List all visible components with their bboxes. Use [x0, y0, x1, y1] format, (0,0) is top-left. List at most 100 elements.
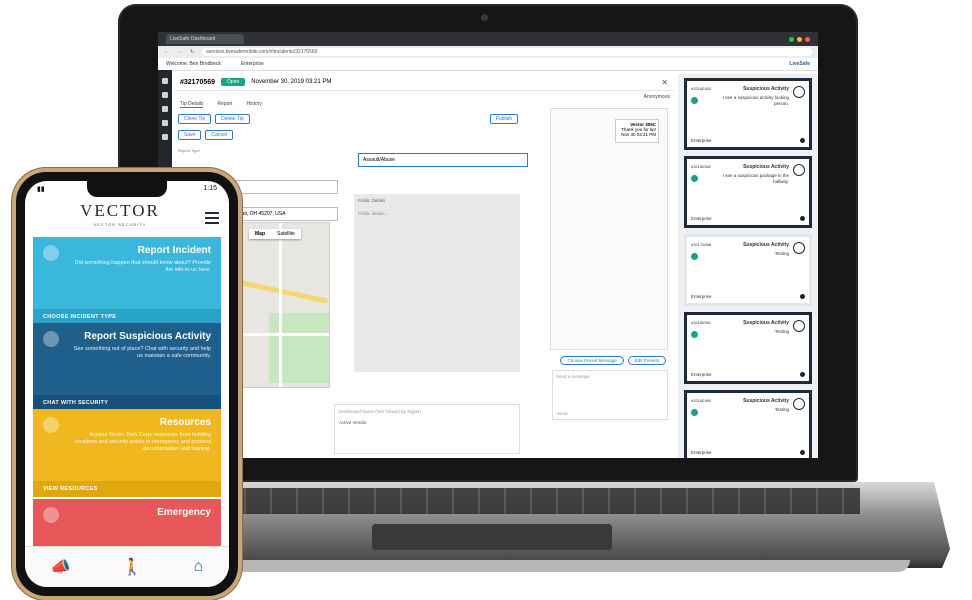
avatar [793, 164, 805, 176]
folder-icon[interactable] [162, 92, 168, 98]
incident-card[interactable]: #32180361 Suspicious Activity Testing Enter… [684, 312, 812, 384]
incident-card[interactable]: #32180362 Suspicious Activity I see a susp… [684, 156, 812, 228]
address-bar[interactable]: services.livesafemobile.com/#/incidents/… [202, 48, 812, 56]
org-selector[interactable]: Enterprise [241, 61, 264, 67]
megaphone-icon[interactable]: 📣 [51, 557, 71, 577]
tile-text: See something out of place? Chat with se… [73, 346, 211, 359]
tile-icon [43, 331, 59, 347]
forward-icon[interactable]: → [177, 49, 182, 55]
phone-status-bar: ▮▮ 1:15 [25, 185, 229, 193]
delete-tip-button[interactable]: Delete Tip [215, 114, 250, 124]
card-org: Enterprise [691, 216, 712, 221]
publish-button[interactable]: Publish [489, 114, 518, 124]
description-field[interactable]: Public Details Public details... [354, 194, 520, 372]
incident-id: #32170569 [180, 78, 216, 86]
incident-header: #32170569 Open November 30, 2019 03:21 P… [174, 74, 674, 91]
card-org: Enterprise [691, 294, 712, 299]
map-street [279, 223, 282, 387]
settings-icon[interactable] [162, 134, 168, 140]
action-tile[interactable]: Report Suspicious Activity See something … [33, 323, 221, 411]
phone: ▮▮ 1:15 VECTOR VECTOR SECURITY Report In… [16, 172, 238, 596]
card-number: #32180360 [691, 398, 712, 403]
tile-title: Report Suspicious Activity [84, 331, 211, 342]
phone-bottom-nav: 📣 🚶 ⌂ [25, 546, 229, 587]
message-input[interactable]: Send a message Send [552, 370, 668, 420]
notes-label: Dashboard Notes (Not Viewed by Tipper) [339, 409, 421, 414]
incident-list: #32180363 Suspicious Activity I see a susp… [678, 74, 818, 458]
status-badge[interactable]: Open [221, 78, 246, 86]
tile-icon [43, 245, 59, 261]
send-button[interactable]: Send [557, 411, 568, 416]
card-title: Suspicious Activity [743, 164, 789, 170]
card-org: Enterprise [691, 450, 712, 455]
home-icon[interactable]: ⌂ [194, 558, 204, 576]
save-actions: Save Cancel [178, 130, 518, 140]
edit-presets-button[interactable]: Edit Presets [627, 356, 666, 365]
card-text: I see a suspicious package in the hallwa… [722, 173, 789, 184]
hamburger-menu-icon[interactable] [204, 209, 219, 227]
incident-card[interactable]: #32170568 Suspicious Activity Testing Enter… [684, 234, 812, 306]
dashboard-notes[interactable]: Dashboard Notes (Not Viewed by Tipper) A… [334, 404, 520, 454]
card-text: Testing [774, 407, 789, 412]
close-icon[interactable]: ✕ [661, 78, 668, 87]
description-label: Public Details [358, 198, 386, 203]
avatar [793, 242, 805, 254]
card-title: Suspicious Activity [743, 86, 789, 92]
close-window-icon[interactable] [805, 36, 810, 42]
tile-action-button[interactable]: VIEW RESOURCES [33, 481, 221, 497]
tile-title: Report Incident [137, 245, 211, 256]
incident-card[interactable]: #32180360 Suspicious Activity Testing Enter… [684, 390, 812, 458]
tab-history[interactable]: History [246, 101, 262, 108]
tab-report[interactable]: Report [217, 101, 232, 108]
minimize-icon[interactable] [797, 36, 802, 42]
tile-title: Resources [159, 417, 211, 428]
browser-tab[interactable]: LiveSafe Dashboard [166, 34, 244, 44]
user-icon[interactable] [162, 106, 168, 112]
action-tile[interactable]: Report Incident Did something happen that… [33, 237, 221, 325]
chat-actions: Choose Preset Message Edit Presets [560, 356, 666, 365]
laptop-lip [190, 560, 910, 572]
location-icon [800, 294, 805, 299]
tile-title: Emergency [157, 507, 211, 518]
map-tab-satellite[interactable]: Satellite [271, 229, 301, 239]
notes-value: Active Vendor [339, 420, 367, 425]
window-controls [789, 36, 810, 42]
browser-tabbar: LiveSafe Dashboard [158, 32, 818, 46]
chat-indicator-icon [691, 331, 698, 338]
back-icon[interactable]: ← [164, 49, 169, 55]
card-number: #32180362 [691, 164, 712, 169]
location-icon [800, 450, 805, 455]
card-title: Suspicious Activity [743, 398, 789, 404]
map-type-toggle: Map Satellite [249, 229, 301, 239]
map-tab-map[interactable]: Map [249, 229, 271, 239]
card-number: #32180363 [691, 86, 712, 91]
message-placeholder: Send a message [556, 374, 590, 379]
phone-screen: ▮▮ 1:15 VECTOR VECTOR SECURITY Report In… [25, 181, 229, 587]
chat-indicator-icon [691, 97, 698, 104]
tile-text: Access Vector Tech Corp. resources from … [75, 432, 211, 452]
walking-icon[interactable]: 🚶 [122, 557, 142, 577]
card-text: Testing [774, 251, 789, 256]
phone-header: VECTOR VECTOR SECURITY [25, 202, 229, 233]
card-title: Suspicious Activity [743, 242, 789, 248]
map-icon[interactable] [162, 120, 168, 126]
keyboard [220, 488, 860, 514]
incident-card[interactable]: #32180363 Suspicious Activity I see a susp… [684, 78, 812, 150]
incident-panel: #32170569 Open November 30, 2019 03:21 P… [174, 74, 674, 458]
reload-icon[interactable]: ↻ [190, 49, 194, 55]
tile-icon [43, 417, 59, 433]
action-tile[interactable]: Resources Access Vector Tech Corp. resour… [33, 409, 221, 497]
clone-tip-button[interactable]: Clone Tip [178, 114, 212, 124]
cancel-button[interactable]: Cancel [205, 130, 233, 140]
description-placeholder: Public details... [358, 211, 389, 216]
choose-preset-button[interactable]: Choose Preset Message [560, 356, 624, 365]
inbox-icon[interactable] [162, 78, 168, 84]
card-text: I see a suspicious activity looking pers… [722, 95, 789, 106]
avatar [793, 86, 805, 98]
report-type-select[interactable]: Assault/Abuse [358, 153, 528, 167]
location-icon [800, 372, 805, 377]
save-button[interactable]: Save [178, 130, 202, 140]
maximize-icon[interactable] [789, 36, 794, 42]
trackpad [372, 524, 612, 550]
tab-tip-details[interactable]: Tip Details [180, 101, 204, 108]
